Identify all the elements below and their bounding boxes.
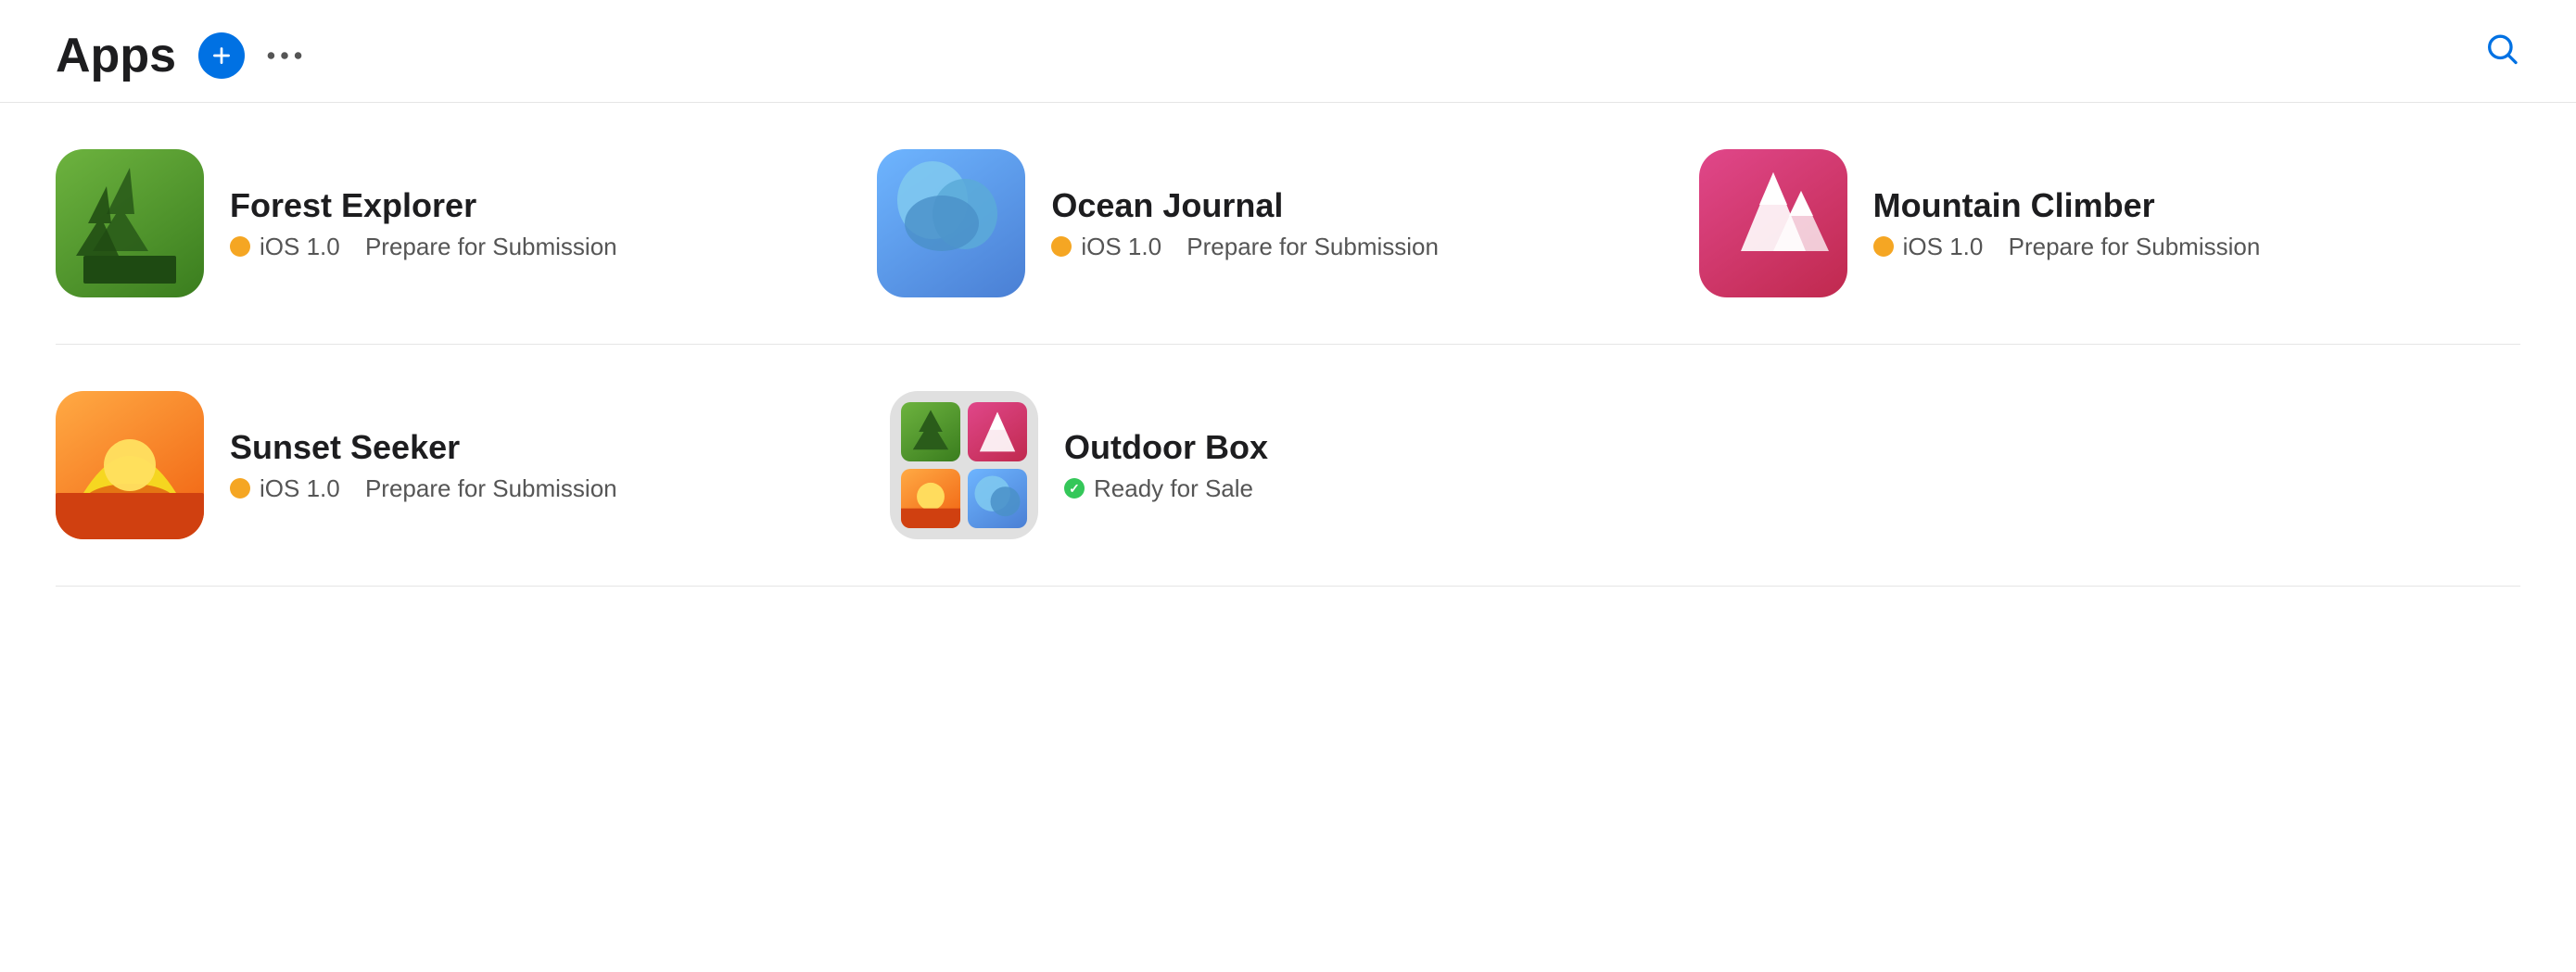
- outdoor-box-sub-ocean: [968, 469, 1027, 528]
- app-icon-mountain-climber: [1699, 149, 1847, 297]
- status-indicator-outdoor-box: ✓: [1064, 478, 1085, 499]
- app-status-text-sunset-seeker: Prepare for Submission: [365, 474, 617, 503]
- app-icon-sunset-seeker: [56, 391, 204, 539]
- ellipsis-icon: [261, 32, 308, 79]
- app-info-outdoor-box: Outdoor Box ✓ Ready for Sale: [1064, 428, 1268, 503]
- outdoor-box-sub-forest: [901, 402, 960, 461]
- app-name-mountain-climber: Mountain Climber: [1873, 186, 2261, 225]
- page-header: Apps: [0, 0, 2576, 103]
- app-version-ocean-journal: iOS 1.0: [1081, 233, 1161, 261]
- app-status-sunset-seeker: iOS 1.0 Prepare for Submission: [230, 474, 617, 503]
- apps-row-1: Forest Explorer iOS 1.0 Prepare for Subm…: [56, 103, 2520, 345]
- app-name-ocean-journal: Ocean Journal: [1051, 186, 1439, 225]
- status-indicator-ocean-journal: [1051, 236, 1072, 257]
- app-status-outdoor-box: ✓ Ready for Sale: [1064, 474, 1268, 503]
- apps-row-2: Sunset Seeker iOS 1.0 Prepare for Submis…: [56, 345, 2520, 587]
- plus-icon: [209, 44, 234, 68]
- app-status-mountain-climber: iOS 1.0 Prepare for Submission: [1873, 233, 2261, 261]
- app-status-forest-explorer: iOS 1.0 Prepare for Submission: [230, 233, 617, 261]
- app-version-mountain-climber: iOS 1.0: [1903, 233, 1984, 261]
- search-icon: [2483, 31, 2520, 68]
- status-indicator-forest-explorer: [230, 236, 250, 257]
- app-item-ocean-journal[interactable]: Ocean Journal iOS 1.0 Prepare for Submis…: [877, 149, 1698, 297]
- status-indicator-mountain-climber: [1873, 236, 1894, 257]
- app-item-mountain-climber[interactable]: Mountain Climber iOS 1.0 Prepare for Sub…: [1699, 149, 2520, 297]
- app-status-text-outdoor-box: Ready for Sale: [1094, 474, 1253, 503]
- app-info-ocean-journal: Ocean Journal iOS 1.0 Prepare for Submis…: [1051, 186, 1439, 261]
- app-item-forest-explorer[interactable]: Forest Explorer iOS 1.0 Prepare for Subm…: [56, 149, 877, 297]
- app-info-mountain-climber: Mountain Climber iOS 1.0 Prepare for Sub…: [1873, 186, 2261, 261]
- app-status-text-mountain-climber: Prepare for Submission: [2009, 233, 2261, 261]
- app-icon-ocean-journal: [877, 149, 1025, 297]
- page-title: Apps: [56, 28, 176, 83]
- app-status-text-forest-explorer: Prepare for Submission: [365, 233, 617, 261]
- app-info-forest-explorer: Forest Explorer iOS 1.0 Prepare for Subm…: [230, 186, 617, 261]
- app-name-forest-explorer: Forest Explorer: [230, 186, 617, 225]
- apps-grid: Forest Explorer iOS 1.0 Prepare for Subm…: [0, 103, 2576, 587]
- app-info-sunset-seeker: Sunset Seeker iOS 1.0 Prepare for Submis…: [230, 428, 617, 503]
- app-status-text-ocean-journal: Prepare for Submission: [1186, 233, 1439, 261]
- outdoor-box-sub-mountain: [968, 402, 1027, 461]
- app-version-forest-explorer: iOS 1.0: [260, 233, 340, 261]
- app-version-sunset-seeker: iOS 1.0: [260, 474, 340, 503]
- app-name-outdoor-box: Outdoor Box: [1064, 428, 1268, 467]
- checkmark-icon: ✓: [1069, 482, 1080, 495]
- more-button[interactable]: [261, 32, 308, 79]
- outdoor-box-sub-sunset: [901, 469, 960, 528]
- search-button[interactable]: [2483, 31, 2520, 72]
- app-item-sunset-seeker[interactable]: Sunset Seeker iOS 1.0 Prepare for Submis…: [56, 391, 890, 539]
- app-name-sunset-seeker: Sunset Seeker: [230, 428, 617, 467]
- app-icon-forest-explorer: [56, 149, 204, 297]
- add-button[interactable]: [198, 32, 245, 79]
- app-icon-outdoor-box: [890, 391, 1038, 539]
- status-indicator-sunset-seeker: [230, 478, 250, 499]
- app-item-outdoor-box[interactable]: Outdoor Box ✓ Ready for Sale: [890, 391, 1724, 539]
- app-status-ocean-journal: iOS 1.0 Prepare for Submission: [1051, 233, 1439, 261]
